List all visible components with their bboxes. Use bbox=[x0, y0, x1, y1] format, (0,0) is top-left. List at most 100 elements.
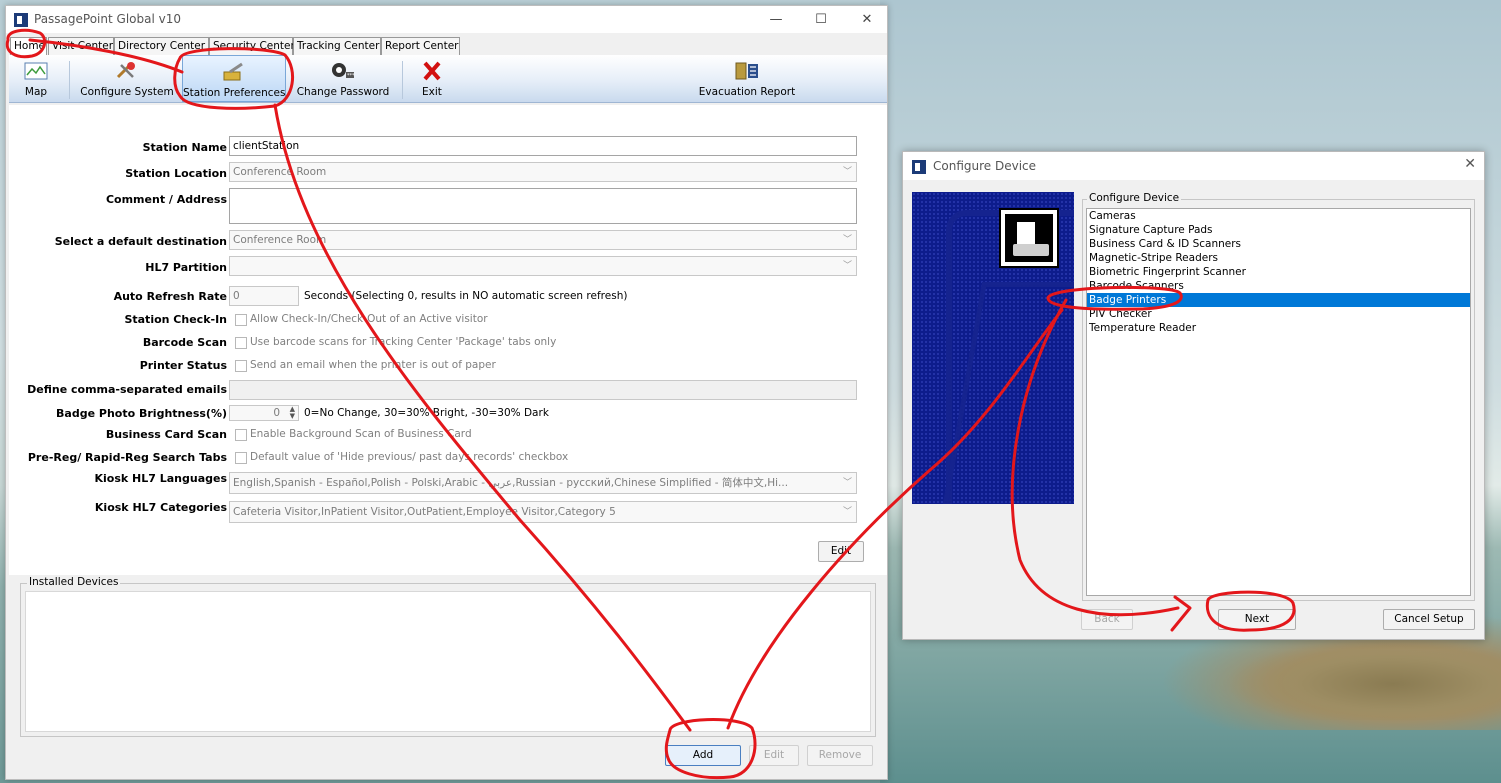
hl7-partition-select[interactable]: ﹀ bbox=[229, 256, 857, 276]
tools-icon bbox=[116, 62, 135, 79]
device-fingerprint-scanner[interactable]: Biometric Fingerprint Scanner bbox=[1087, 265, 1470, 279]
dialog-close-button[interactable]: ✕ bbox=[1464, 156, 1476, 172]
emails-label: Define comma-separated emails bbox=[27, 383, 227, 396]
evacuation-report-button[interactable]: Evacuation Report bbox=[697, 55, 797, 102]
station-location-label: Station Location bbox=[125, 167, 227, 180]
map-button[interactable]: Map bbox=[15, 55, 57, 102]
comment-address-textarea[interactable] bbox=[229, 188, 857, 224]
main-window: PassagePoint Global v10 — ☐ ✕ Home Visit… bbox=[5, 5, 888, 780]
device-barcode-scanners[interactable]: Barcode Scanners bbox=[1087, 279, 1470, 293]
minimize-button[interactable]: — bbox=[761, 10, 791, 30]
emails-input[interactable] bbox=[229, 380, 857, 400]
brightness-note: 0=No Change, 30=30% Bright, -30=30% Dark bbox=[304, 407, 549, 419]
device-piv-checker[interactable]: PIV Checker bbox=[1087, 307, 1470, 321]
station-name-input[interactable]: clientStation bbox=[229, 136, 857, 156]
kiosk-languages-select[interactable]: English,Spanish - Español,Polish - Polsk… bbox=[229, 472, 857, 494]
barcode-scan-label: Barcode Scan bbox=[142, 336, 227, 349]
app-logo-icon bbox=[14, 13, 28, 27]
installed-devices-title: Installed Devices bbox=[27, 576, 121, 588]
chevron-down-icon: ﹀ bbox=[842, 261, 852, 271]
configure-device-group: Configure Device Cameras Signature Captu… bbox=[1082, 192, 1475, 601]
printer-status-text: Send an email when the printer is out of… bbox=[250, 359, 496, 371]
spinner-arrows-icon[interactable]: ▲ ▼ bbox=[290, 406, 295, 420]
exit-button[interactable]: Exit bbox=[412, 55, 452, 102]
configure-system-label: Configure System bbox=[80, 86, 174, 98]
close-button[interactable]: ✕ bbox=[852, 10, 882, 30]
station-checkin-text: Allow Check-In/Check-Out of an Active vi… bbox=[250, 313, 488, 325]
app-logo-icon bbox=[912, 160, 926, 174]
tab-directory-center[interactable]: Directory Center bbox=[114, 37, 209, 55]
barcode-scan-checkbox[interactable] bbox=[235, 337, 247, 349]
configure-device-group-title: Configure Device bbox=[1087, 192, 1182, 204]
brightness-spinner[interactable]: 0 ▲ ▼ bbox=[229, 405, 299, 421]
tab-home[interactable]: Home bbox=[10, 37, 47, 55]
exit-label: Exit bbox=[422, 86, 442, 98]
device-magstripe-readers[interactable]: Magnetic-Stripe Readers bbox=[1087, 251, 1470, 265]
prereg-checkbox[interactable] bbox=[235, 452, 247, 464]
business-card-label: Business Card Scan bbox=[105, 428, 227, 441]
evacuation-report-icon bbox=[735, 62, 758, 80]
dialog-title-bar: Configure Device ✕ bbox=[903, 152, 1484, 180]
default-destination-select[interactable]: Conference Room ﹀ bbox=[229, 230, 857, 250]
tab-tracking-center[interactable]: Tracking Center bbox=[293, 37, 381, 55]
wizard-side-image bbox=[912, 192, 1074, 504]
comment-address-label: Comment / Address bbox=[105, 193, 227, 206]
printer-status-checkbox[interactable] bbox=[235, 360, 247, 372]
remove-device-button[interactable]: Remove bbox=[807, 745, 873, 766]
back-button[interactable]: Back bbox=[1081, 609, 1133, 630]
cancel-setup-button[interactable]: Cancel Setup bbox=[1383, 609, 1475, 630]
device-business-card-scanners[interactable]: Business Card & ID Scanners bbox=[1087, 237, 1470, 251]
brightness-label: Badge Photo Brightness(%) bbox=[56, 407, 227, 420]
business-card-checkbox[interactable] bbox=[235, 429, 247, 441]
kiosk-categories-value: Cafeteria Visitor,InPatient Visitor,OutP… bbox=[233, 506, 616, 518]
auto-refresh-label: Auto Refresh Rate bbox=[113, 290, 227, 303]
password-icon: *** bbox=[332, 63, 355, 79]
title-bar: PassagePoint Global v10 — ☐ ✕ bbox=[6, 6, 887, 33]
device-temperature-reader[interactable]: Temperature Reader bbox=[1087, 321, 1470, 335]
chevron-down-icon: ﹀ bbox=[842, 235, 852, 245]
configure-system-button[interactable]: Configure System bbox=[79, 55, 175, 102]
add-device-button[interactable]: Add bbox=[665, 745, 741, 766]
prereg-text: Default value of 'Hide previous/ past da… bbox=[250, 451, 569, 463]
installed-devices-list[interactable] bbox=[25, 591, 871, 732]
station-preferences-icon bbox=[223, 62, 243, 81]
next-button[interactable]: Next bbox=[1218, 609, 1296, 630]
printer-status-label: Printer Status bbox=[139, 359, 227, 372]
device-badge-printers[interactable]: Badge Printers bbox=[1087, 293, 1470, 307]
chevron-down-icon: ﹀ bbox=[842, 478, 852, 488]
station-location-value: Conference Room bbox=[233, 166, 327, 178]
desktop-grass bbox=[1230, 640, 1501, 720]
prereg-label: Pre-Reg/ Rapid-Reg Search Tabs bbox=[27, 451, 227, 464]
brightness-value: 0 bbox=[273, 407, 280, 419]
evacuation-report-label: Evacuation Report bbox=[698, 86, 796, 98]
ribbon-separator bbox=[69, 61, 70, 99]
station-preferences-button[interactable]: Station Preferences bbox=[182, 55, 286, 102]
window-title: PassagePoint Global v10 bbox=[34, 12, 181, 26]
default-destination-label: Select a default destination bbox=[54, 235, 227, 248]
maximize-button[interactable]: ☐ bbox=[806, 10, 836, 30]
device-signature-pads[interactable]: Signature Capture Pads bbox=[1087, 223, 1470, 237]
auto-refresh-note: Seconds (Selecting 0, results in NO auto… bbox=[304, 290, 628, 302]
default-destination-value: Conference Room bbox=[233, 234, 327, 246]
device-type-list[interactable]: Cameras Signature Capture Pads Business … bbox=[1086, 208, 1471, 596]
configure-device-dialog: Configure Device ✕ Configure Device Came… bbox=[902, 151, 1485, 640]
kiosk-languages-value: English,Spanish - Español,Polish - Polsk… bbox=[233, 477, 789, 489]
tab-visit-center[interactable]: Visit Center bbox=[48, 37, 114, 55]
form-edit-button[interactable]: Edit bbox=[818, 541, 864, 562]
change-password-button[interactable]: *** Change Password bbox=[293, 55, 393, 102]
station-checkin-checkbox[interactable] bbox=[235, 314, 247, 326]
tab-report-center[interactable]: Report Center bbox=[381, 37, 460, 55]
chevron-down-icon: ﹀ bbox=[842, 507, 852, 517]
device-cameras[interactable]: Cameras bbox=[1087, 209, 1470, 223]
edit-device-button[interactable]: Edit bbox=[749, 745, 799, 766]
station-checkin-label: Station Check-In bbox=[124, 313, 227, 326]
auto-refresh-input[interactable]: 0 bbox=[229, 286, 299, 306]
change-password-label: Change Password bbox=[296, 86, 390, 98]
tab-security-center[interactable]: Security Center bbox=[209, 37, 295, 55]
map-label: Map bbox=[24, 86, 48, 98]
station-location-select[interactable]: Conference Room ﹀ bbox=[229, 162, 857, 182]
kiosk-categories-select[interactable]: Cafeteria Visitor,InPatient Visitor,OutP… bbox=[229, 501, 857, 523]
kiosk-languages-label: Kiosk HL7 Languages bbox=[94, 472, 227, 485]
business-card-text: Enable Background Scan of Business Card bbox=[250, 428, 472, 440]
kiosk-categories-label: Kiosk HL7 Categories bbox=[94, 501, 227, 514]
